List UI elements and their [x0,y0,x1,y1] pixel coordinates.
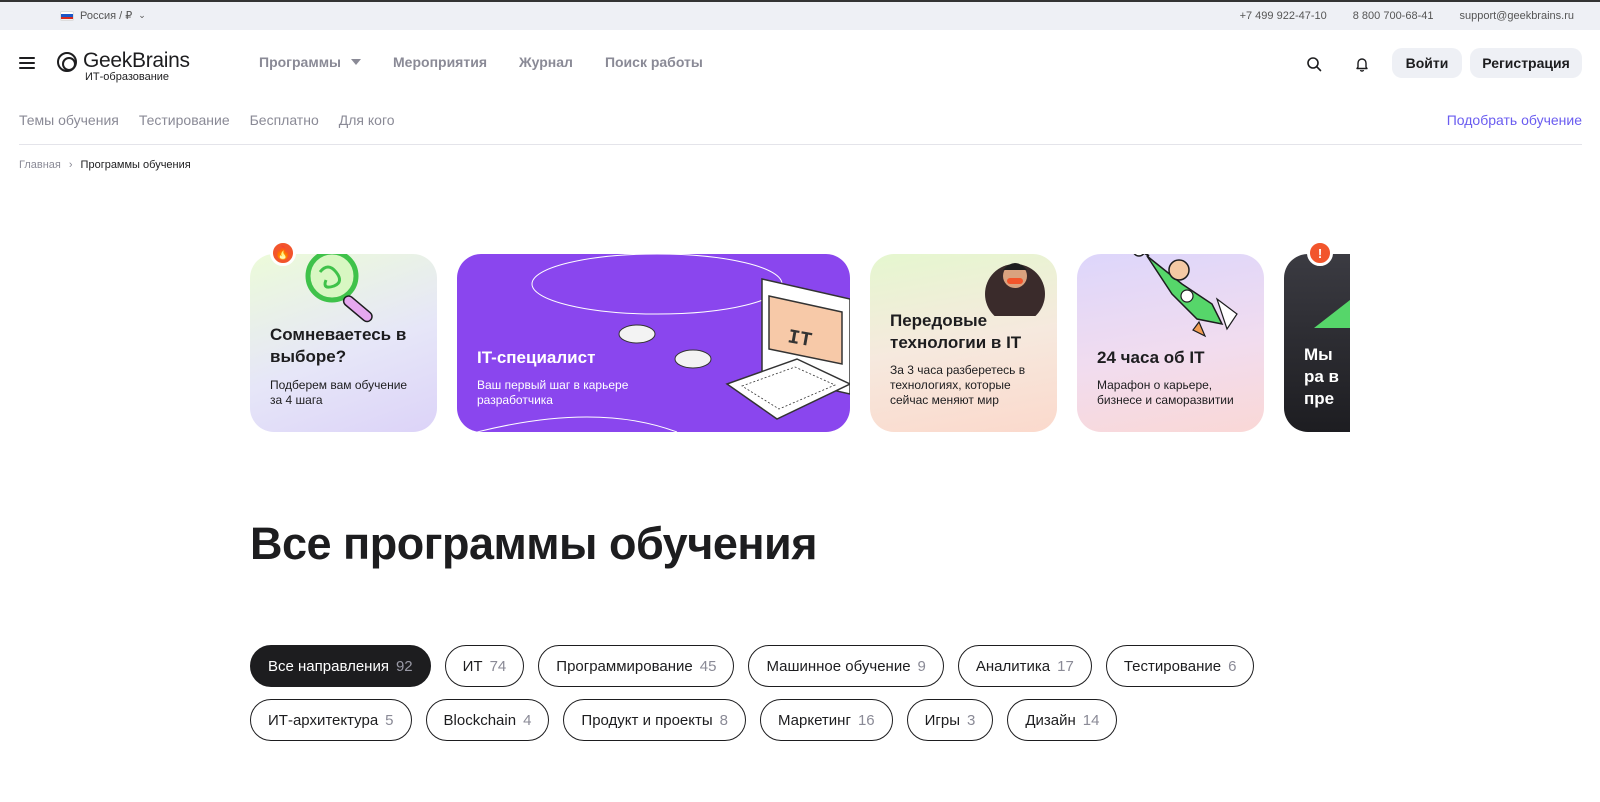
filter-chip-label: Маркетинг [778,711,851,729]
filter-chips: Все направления 92 ИТ 74 Программирование 45 М… [250,645,1350,753]
promo-card-24h[interactable]: 24 часа об IT Марафон о карьере, бизнесе… [1077,254,1264,432]
page-title: Все программы обучения [250,518,817,569]
menu-icon[interactable] [19,57,35,69]
magnifier-illustration [305,254,373,323]
breadcrumb: Главная › Программы обучения [19,159,191,171]
card-title: Передовые технологии в IT [890,311,1022,352]
filter-chip-count: 5 [385,711,394,729]
support-email-link[interactable]: support@geekbrains.ru [1459,10,1574,22]
card-title: IT-специалист [477,348,596,367]
filter-chip[interactable]: Программирование 45 [538,645,735,687]
card-text: Марафон о карьере, бизнесе и саморазвити… [1097,378,1234,407]
superhero-illustration [1133,254,1238,338]
logo-subtitle: ИТ-образование [85,71,170,83]
green-shape-illustration [1314,300,1350,328]
filter-chip-label: Blockchain [443,711,517,729]
card-text: Ваш первый шаг в карьере разработчика [477,378,629,407]
russia-flag-icon [60,10,74,21]
filter-chip-count: 6 [1228,657,1237,675]
top-bar: Россия / ₽ ⌄ +7 499 922-47-10 8 800 700-… [0,0,1600,30]
subnav-testing[interactable]: Тестирование [139,112,230,128]
filter-chip-count: 17 [1057,657,1074,675]
filter-chip-count: 14 [1082,711,1100,729]
filter-chip-label: Продукт и проекты [581,711,713,729]
phone-free-link[interactable]: 8 800 700-68-41 [1353,10,1434,22]
promo-card-tech[interactable]: Передовые технологии в IT За 3 часа разб… [870,254,1057,432]
filter-chip[interactable]: Все направления 92 [250,645,431,687]
filter-chip[interactable]: Продукт и проекты 8 [563,699,746,741]
nav-jobs[interactable]: Поиск работы [605,54,703,70]
nav-events[interactable]: Мероприятия [393,54,487,70]
alert-badge-icon: ! [1307,240,1333,266]
register-button[interactable]: Регистрация [1470,48,1582,78]
region-label: Россия / ₽ [80,10,133,22]
divider [19,144,1582,145]
filter-chip-label: Все направления [268,657,389,675]
filter-chip[interactable]: Машинное обучение 9 [748,645,944,687]
filter-chip-label: Дизайн [1025,711,1076,729]
filter-chip[interactable]: Аналитика 17 [957,645,1092,687]
card-title: 24 часа об IT [1097,348,1205,367]
filter-chip-label: Программирование [556,657,693,675]
filter-chip-count: 3 [967,711,976,729]
filter-chip-count: 74 [489,657,507,675]
filter-chip-label: Игры [924,711,961,729]
phone-moscow-link[interactable]: +7 499 922-47-10 [1240,10,1327,22]
filter-chip-label: ИТ [462,657,483,675]
pick-course-link[interactable]: Подобрать обучение [1447,112,1582,128]
filter-chip-count: 8 [719,711,728,729]
breadcrumb-separator-icon: › [68,159,73,171]
card-title: Сомневаетесь в выборе? [270,325,407,366]
promo-card-it-specialist[interactable]: IT IT-специалист Ваш первый шаг в карьер… [457,254,850,432]
header: GeekBrains ИТ-образование Программы Меро… [0,30,1600,96]
card-text: Подберем вам обучение за 4 шага [270,378,408,407]
caret-down-icon [351,59,362,65]
login-button[interactable]: Войти [1392,48,1462,78]
filter-chip[interactable]: ИТ-архитектура 5 [250,699,412,741]
filter-row: ИТ-архитектура 5 Blockchain 4 Продукт и прое… [250,699,1350,741]
promo-card-choice[interactable]: Сомневаетесь в выборе? Подберем вам обуч… [250,254,437,432]
subnav-topics[interactable]: Темы обучения [19,112,119,128]
filter-chip-label: Тестирование [1123,657,1222,675]
filter-chip[interactable]: Дизайн 14 [1007,699,1118,741]
filter-chip[interactable]: Blockchain 4 [425,699,550,741]
filter-chip-count: 16 [857,711,875,729]
filter-chip[interactable]: ИТ 74 [444,645,525,687]
main-nav: Программы Мероприятия Журнал Поиск работ… [259,54,703,70]
filter-chip[interactable]: Тестирование 6 [1105,645,1255,687]
breadcrumb-home[interactable]: Главная [19,159,61,171]
contacts: +7 499 922-47-10 8 800 700-68-41 support… [1240,10,1574,22]
card-text: За 3 часа разберетесь в технологиях, кот… [890,363,1026,407]
subnav-for-whom[interactable]: Для кого [339,112,395,128]
sub-nav: Темы обучения Тестирование Бесплатно Для… [19,112,395,128]
filter-chip-count: 92 [395,657,413,675]
nav-programs[interactable]: Программы [259,54,362,70]
subnav-free[interactable]: Бесплатно [250,112,319,128]
promo-card-dark[interactable]: Мы ра в пре режи [1284,254,1350,432]
svg-text:IT: IT [786,326,814,353]
filter-row: Все направления 92 ИТ 74 Программирование 45 М… [250,645,1350,687]
search-icon[interactable] [1306,56,1322,72]
promo-carousel: 🔥 Сомневаетесь в выборе? Подберем вам об… [250,238,1350,436]
filter-chip-count: 4 [523,711,532,729]
fire-badge-icon: 🔥 [270,240,296,266]
chevron-down-icon: ⌄ [138,10,146,20]
brain-logo-icon [57,52,77,72]
nav-journal[interactable]: Журнал [519,54,573,70]
filter-chip[interactable]: Маркетинг 16 [760,699,893,741]
region-selector[interactable]: Россия / ₽ ⌄ [60,9,146,22]
filter-chip-label: Машинное обучение [766,657,911,675]
person-illustration [985,263,1045,316]
logo-name: GeekBrains [83,49,190,72]
card-title: Мы ра в пре режи [1304,345,1346,412]
filter-chip-count: 9 [917,657,926,675]
filter-chip-label: Аналитика [975,657,1051,675]
logo[interactable]: GeekBrains ИТ-образование [57,49,190,83]
bell-icon[interactable] [1354,56,1370,72]
breadcrumb-current: Программы обучения [80,159,191,171]
filter-chip-label: ИТ-архитектура [268,711,379,729]
filter-chip-count: 45 [699,657,717,675]
nav-programs-label: Программы [259,54,342,70]
filter-chip[interactable]: Игры 3 [906,699,994,741]
